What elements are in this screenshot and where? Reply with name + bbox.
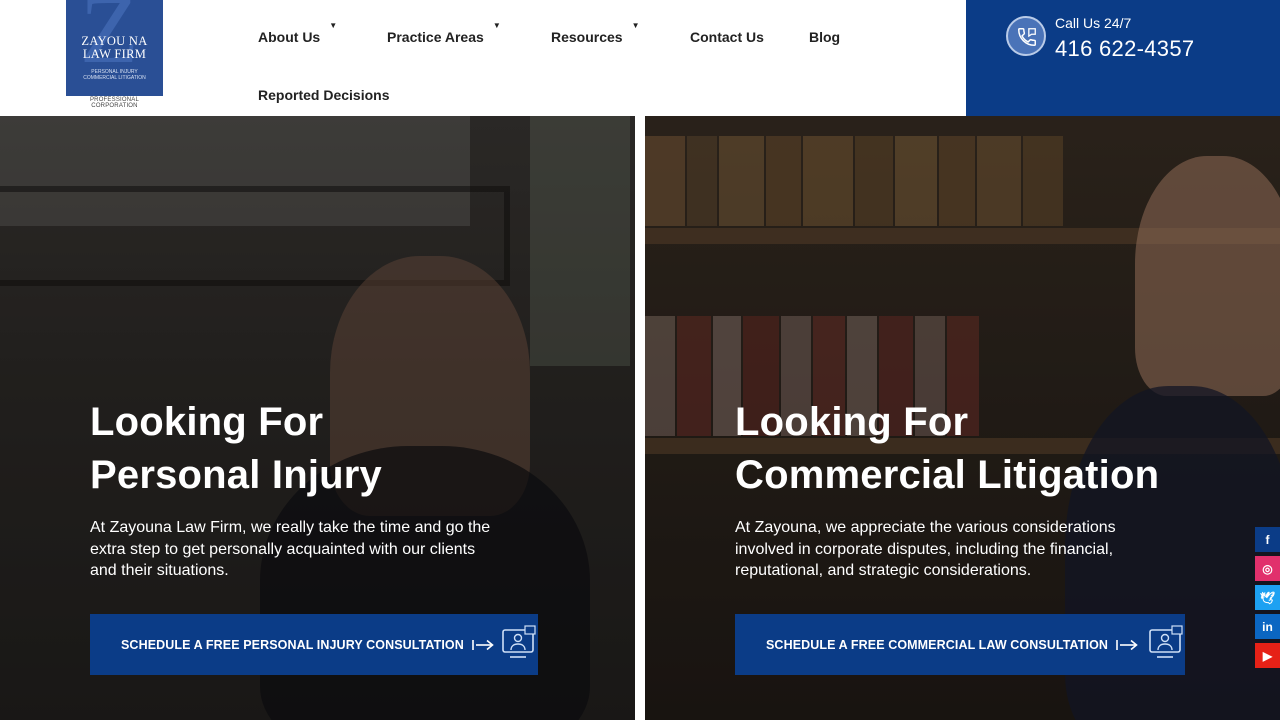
commercial-litigation-panel: Looking For Commercial Litigation At Zay…: [645, 116, 1280, 720]
phone-number-link[interactable]: 416 622-4357: [1055, 36, 1194, 62]
logo-tagline: PERSONAL INJURY COMMERCIAL LITIGATION: [83, 69, 146, 81]
firm-logo[interactable]: Z ZAYOU NA LAW FIRM PERSONAL INJURY COMM…: [66, 0, 163, 109]
phone-icon: [1006, 16, 1046, 56]
nav-practice-areas[interactable]: Practice Areas ▼: [387, 21, 501, 45]
hero-description: At Zayouna Law Firm, we really take the …: [90, 519, 491, 579]
nav-about-us[interactable]: About Us ▼: [258, 21, 337, 45]
arrow-right-icon: [472, 639, 494, 650]
chevron-down-icon: ▼: [329, 21, 338, 30]
nav-resources[interactable]: Resources ▼: [551, 21, 640, 45]
logo-mark: Z ZAYOU NA LAW FIRM PERSONAL INJURY COMM…: [66, 0, 163, 96]
schedule-personal-injury-button[interactable]: SCHEDULE A FREE PERSONAL INJURY CONSULTA…: [90, 614, 538, 675]
facebook-icon[interactable]: f: [1255, 527, 1280, 552]
nav-contact-us[interactable]: Contact Us: [690, 29, 764, 45]
nav-reported-decisions[interactable]: Reported Decisions: [258, 87, 389, 103]
consultation-icon: [1149, 625, 1183, 658]
call-label: Call Us 24/7: [1055, 15, 1132, 31]
site-header: Z ZAYOU NA LAW FIRM PERSONAL INJURY COMM…: [0, 0, 1280, 116]
logo-corporation: PROFESSIONAL CORPORATION: [89, 97, 140, 109]
schedule-commercial-law-button[interactable]: SCHEDULE A FREE COMMERCIAL LAW CONSULTAT…: [735, 614, 1185, 675]
twitter-icon[interactable]: 🕊: [1255, 585, 1280, 610]
instagram-icon[interactable]: ◎: [1255, 556, 1280, 581]
hero-title: Looking For Commercial Litigation: [735, 400, 1160, 497]
hero-title: Looking For Personal Injury: [90, 400, 382, 497]
personal-injury-panel: Looking For Personal Injury At Zayouna L…: [0, 116, 635, 720]
chevron-down-icon: ▼: [492, 21, 501, 30]
call-us-box[interactable]: Call Us 24/7 416 622-4357: [966, 0, 1280, 116]
hero-description: At Zayouna, we appreciate the various co…: [735, 519, 1116, 579]
consultation-icon: [502, 625, 536, 658]
linkedin-icon[interactable]: in: [1255, 614, 1280, 639]
arrow-right-icon: [1116, 639, 1138, 650]
panel-divider: [635, 116, 645, 720]
youtube-icon[interactable]: ▶: [1255, 643, 1280, 668]
chevron-down-icon: ▼: [631, 21, 640, 30]
logo-firm-name: ZAYOU NA LAW FIRM: [81, 34, 148, 61]
nav-blog[interactable]: Blog: [809, 29, 840, 45]
